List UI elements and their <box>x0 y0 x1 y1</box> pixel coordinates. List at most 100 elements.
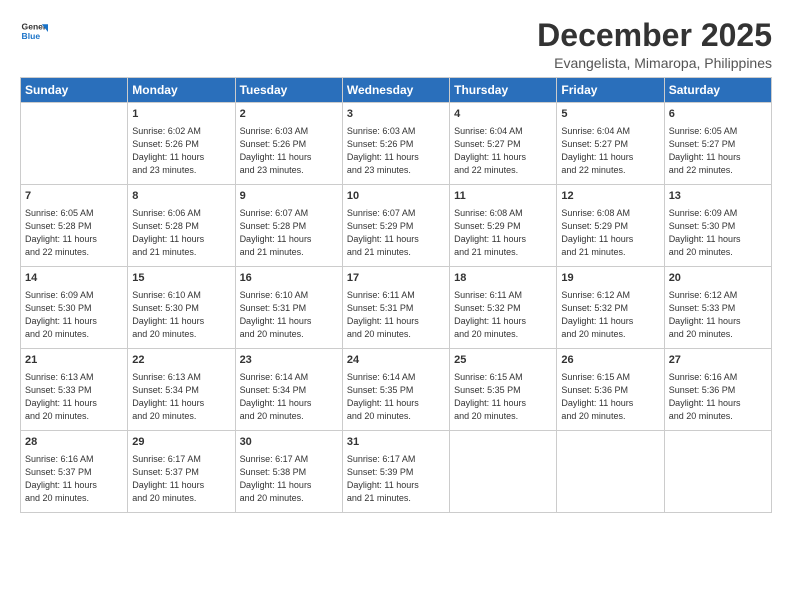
day-cell <box>664 431 771 513</box>
day-number: 6 <box>669 107 767 122</box>
day-cell <box>21 103 128 185</box>
logo-icon: General Blue <box>20 18 48 46</box>
day-number: 14 <box>25 271 123 286</box>
col-header-thursday: Thursday <box>450 78 557 103</box>
day-cell: 27Sunrise: 6:16 AM Sunset: 5:36 PM Dayli… <box>664 349 771 431</box>
logo: General Blue <box>20 18 48 46</box>
day-cell <box>557 431 664 513</box>
col-header-monday: Monday <box>128 78 235 103</box>
day-number: 28 <box>25 435 123 450</box>
day-cell: 12Sunrise: 6:08 AM Sunset: 5:29 PM Dayli… <box>557 185 664 267</box>
week-row-5: 28 Sunrise: 6:16 AM Sunset: 5:37 PM Dayli… <box>21 431 772 513</box>
day-info: Sunrise: 6:13 AM Sunset: 5:34 PM Dayligh… <box>132 371 230 423</box>
day-cell: 8Sunrise: 6:06 AM Sunset: 5:28 PM Daylig… <box>128 185 235 267</box>
day-number: 16 <box>240 271 338 286</box>
day-info: Sunrise: 6:17 AM Sunset: 5:39 PM Dayligh… <box>347 453 445 505</box>
day-cell: 3 Sunrise: 6:03 AM Sunset: 5:26 PM Daylig… <box>342 103 449 185</box>
day-number: 2 <box>240 107 338 122</box>
day-info: Sunrise: 6:14 AM Sunset: 5:34 PM Dayligh… <box>240 371 338 423</box>
day-info: Sunrise: 6:07 AM Sunset: 5:28 PM Dayligh… <box>240 207 338 259</box>
day-info: Sunrise: 6:07 AM Sunset: 5:29 PM Dayligh… <box>347 207 445 259</box>
col-header-saturday: Saturday <box>664 78 771 103</box>
day-cell: 29 Sunrise: 6:17 AM Sunset: 5:37 PM Dayli… <box>128 431 235 513</box>
day-cell: 10 Sunrise: 6:07 AM Sunset: 5:29 PM Dayli… <box>342 185 449 267</box>
day-info: Sunrise: 6:09 AM Sunset: 5:30 PM Dayligh… <box>669 207 767 259</box>
day-cell: 15 Sunrise: 6:10 AM Sunset: 5:30 PM Dayli… <box>128 267 235 349</box>
day-number: 30 <box>240 435 338 450</box>
day-number: 18 <box>454 271 552 286</box>
day-info: Sunrise: 6:02 AM Sunset: 5:26 PM Dayligh… <box>132 125 230 177</box>
day-info: Sunrise: 6:17 AM Sunset: 5:38 PM Dayligh… <box>240 453 338 505</box>
day-info: Sunrise: 6:12 AM Sunset: 5:32 PM Dayligh… <box>561 289 659 341</box>
week-row-1: 1 Sunrise: 6:02 AM Sunset: 5:26 PM Daylig… <box>21 103 772 185</box>
day-number: 3 <box>347 107 445 122</box>
day-info: Sunrise: 6:03 AM Sunset: 5:26 PM Dayligh… <box>347 125 445 177</box>
day-cell: 18 Sunrise: 6:11 AM Sunset: 5:32 PM Dayli… <box>450 267 557 349</box>
svg-text:Blue: Blue <box>22 31 41 41</box>
day-info: Sunrise: 6:11 AM Sunset: 5:32 PM Dayligh… <box>454 289 552 341</box>
week-row-4: 21 Sunrise: 6:13 AM Sunset: 5:33 PM Dayli… <box>21 349 772 431</box>
col-header-tuesday: Tuesday <box>235 78 342 103</box>
day-cell: 21 Sunrise: 6:13 AM Sunset: 5:33 PM Dayli… <box>21 349 128 431</box>
page-container: General Blue December 2025 Evangelista, … <box>0 0 792 523</box>
day-cell: 28 Sunrise: 6:16 AM Sunset: 5:37 PM Dayli… <box>21 431 128 513</box>
day-info: Sunrise: 6:05 AM Sunset: 5:28 PM Dayligh… <box>25 207 123 259</box>
location-subtitle: Evangelista, Mimaropa, Philippines <box>537 55 772 71</box>
day-number: 20 <box>669 271 767 286</box>
day-number: 12 <box>561 189 659 204</box>
day-number: 5 <box>561 107 659 122</box>
day-info: Sunrise: 6:04 AM Sunset: 5:27 PM Dayligh… <box>454 125 552 177</box>
day-number: 7 <box>25 189 123 204</box>
day-number: 23 <box>240 353 338 368</box>
day-number: 1 <box>132 107 230 122</box>
day-cell: 22Sunrise: 6:13 AM Sunset: 5:34 PM Dayli… <box>128 349 235 431</box>
day-number: 13 <box>669 189 767 204</box>
day-info: Sunrise: 6:10 AM Sunset: 5:31 PM Dayligh… <box>240 289 338 341</box>
header-row: SundayMondayTuesdayWednesdayThursdayFrid… <box>21 78 772 103</box>
day-number: 15 <box>132 271 230 286</box>
day-number: 19 <box>561 271 659 286</box>
day-cell: 31 Sunrise: 6:17 AM Sunset: 5:39 PM Dayli… <box>342 431 449 513</box>
day-info: Sunrise: 6:15 AM Sunset: 5:35 PM Dayligh… <box>454 371 552 423</box>
day-info: Sunrise: 6:05 AM Sunset: 5:27 PM Dayligh… <box>669 125 767 177</box>
day-cell: 1 Sunrise: 6:02 AM Sunset: 5:26 PM Daylig… <box>128 103 235 185</box>
day-number: 11 <box>454 189 552 204</box>
day-cell: 9Sunrise: 6:07 AM Sunset: 5:28 PM Daylig… <box>235 185 342 267</box>
day-cell: 24Sunrise: 6:14 AM Sunset: 5:35 PM Dayli… <box>342 349 449 431</box>
day-number: 21 <box>25 353 123 368</box>
day-info: Sunrise: 6:11 AM Sunset: 5:31 PM Dayligh… <box>347 289 445 341</box>
day-cell: 2Sunrise: 6:03 AM Sunset: 5:26 PM Daylig… <box>235 103 342 185</box>
day-number: 25 <box>454 353 552 368</box>
month-title: December 2025 <box>537 18 772 53</box>
day-cell: 17 Sunrise: 6:11 AM Sunset: 5:31 PM Dayli… <box>342 267 449 349</box>
day-cell: 16 Sunrise: 6:10 AM Sunset: 5:31 PM Dayli… <box>235 267 342 349</box>
day-info: Sunrise: 6:10 AM Sunset: 5:30 PM Dayligh… <box>132 289 230 341</box>
week-row-3: 14 Sunrise: 6:09 AM Sunset: 5:30 PM Dayli… <box>21 267 772 349</box>
day-info: Sunrise: 6:17 AM Sunset: 5:37 PM Dayligh… <box>132 453 230 505</box>
day-info: Sunrise: 6:06 AM Sunset: 5:28 PM Dayligh… <box>132 207 230 259</box>
col-header-wednesday: Wednesday <box>342 78 449 103</box>
day-info: Sunrise: 6:04 AM Sunset: 5:27 PM Dayligh… <box>561 125 659 177</box>
calendar-table: SundayMondayTuesdayWednesdayThursdayFrid… <box>20 77 772 513</box>
day-cell: 20Sunrise: 6:12 AM Sunset: 5:33 PM Dayli… <box>664 267 771 349</box>
day-cell: 30 Sunrise: 6:17 AM Sunset: 5:38 PM Dayli… <box>235 431 342 513</box>
day-number: 17 <box>347 271 445 286</box>
day-cell <box>450 431 557 513</box>
col-header-friday: Friday <box>557 78 664 103</box>
day-cell: 4 Sunrise: 6:04 AM Sunset: 5:27 PM Daylig… <box>450 103 557 185</box>
day-number: 4 <box>454 107 552 122</box>
col-header-sunday: Sunday <box>21 78 128 103</box>
day-cell: 26Sunrise: 6:15 AM Sunset: 5:36 PM Dayli… <box>557 349 664 431</box>
title-block: December 2025 Evangelista, Mimaropa, Phi… <box>537 18 772 71</box>
day-info: Sunrise: 6:08 AM Sunset: 5:29 PM Dayligh… <box>454 207 552 259</box>
day-number: 10 <box>347 189 445 204</box>
day-number: 31 <box>347 435 445 450</box>
day-info: Sunrise: 6:15 AM Sunset: 5:36 PM Dayligh… <box>561 371 659 423</box>
day-info: Sunrise: 6:09 AM Sunset: 5:30 PM Dayligh… <box>25 289 123 341</box>
day-number: 29 <box>132 435 230 450</box>
day-info: Sunrise: 6:13 AM Sunset: 5:33 PM Dayligh… <box>25 371 123 423</box>
day-cell: 11 Sunrise: 6:08 AM Sunset: 5:29 PM Dayli… <box>450 185 557 267</box>
day-info: Sunrise: 6:16 AM Sunset: 5:37 PM Dayligh… <box>25 453 123 505</box>
day-cell: 13 Sunrise: 6:09 AM Sunset: 5:30 PM Dayli… <box>664 185 771 267</box>
day-cell: 25 Sunrise: 6:15 AM Sunset: 5:35 PM Dayli… <box>450 349 557 431</box>
